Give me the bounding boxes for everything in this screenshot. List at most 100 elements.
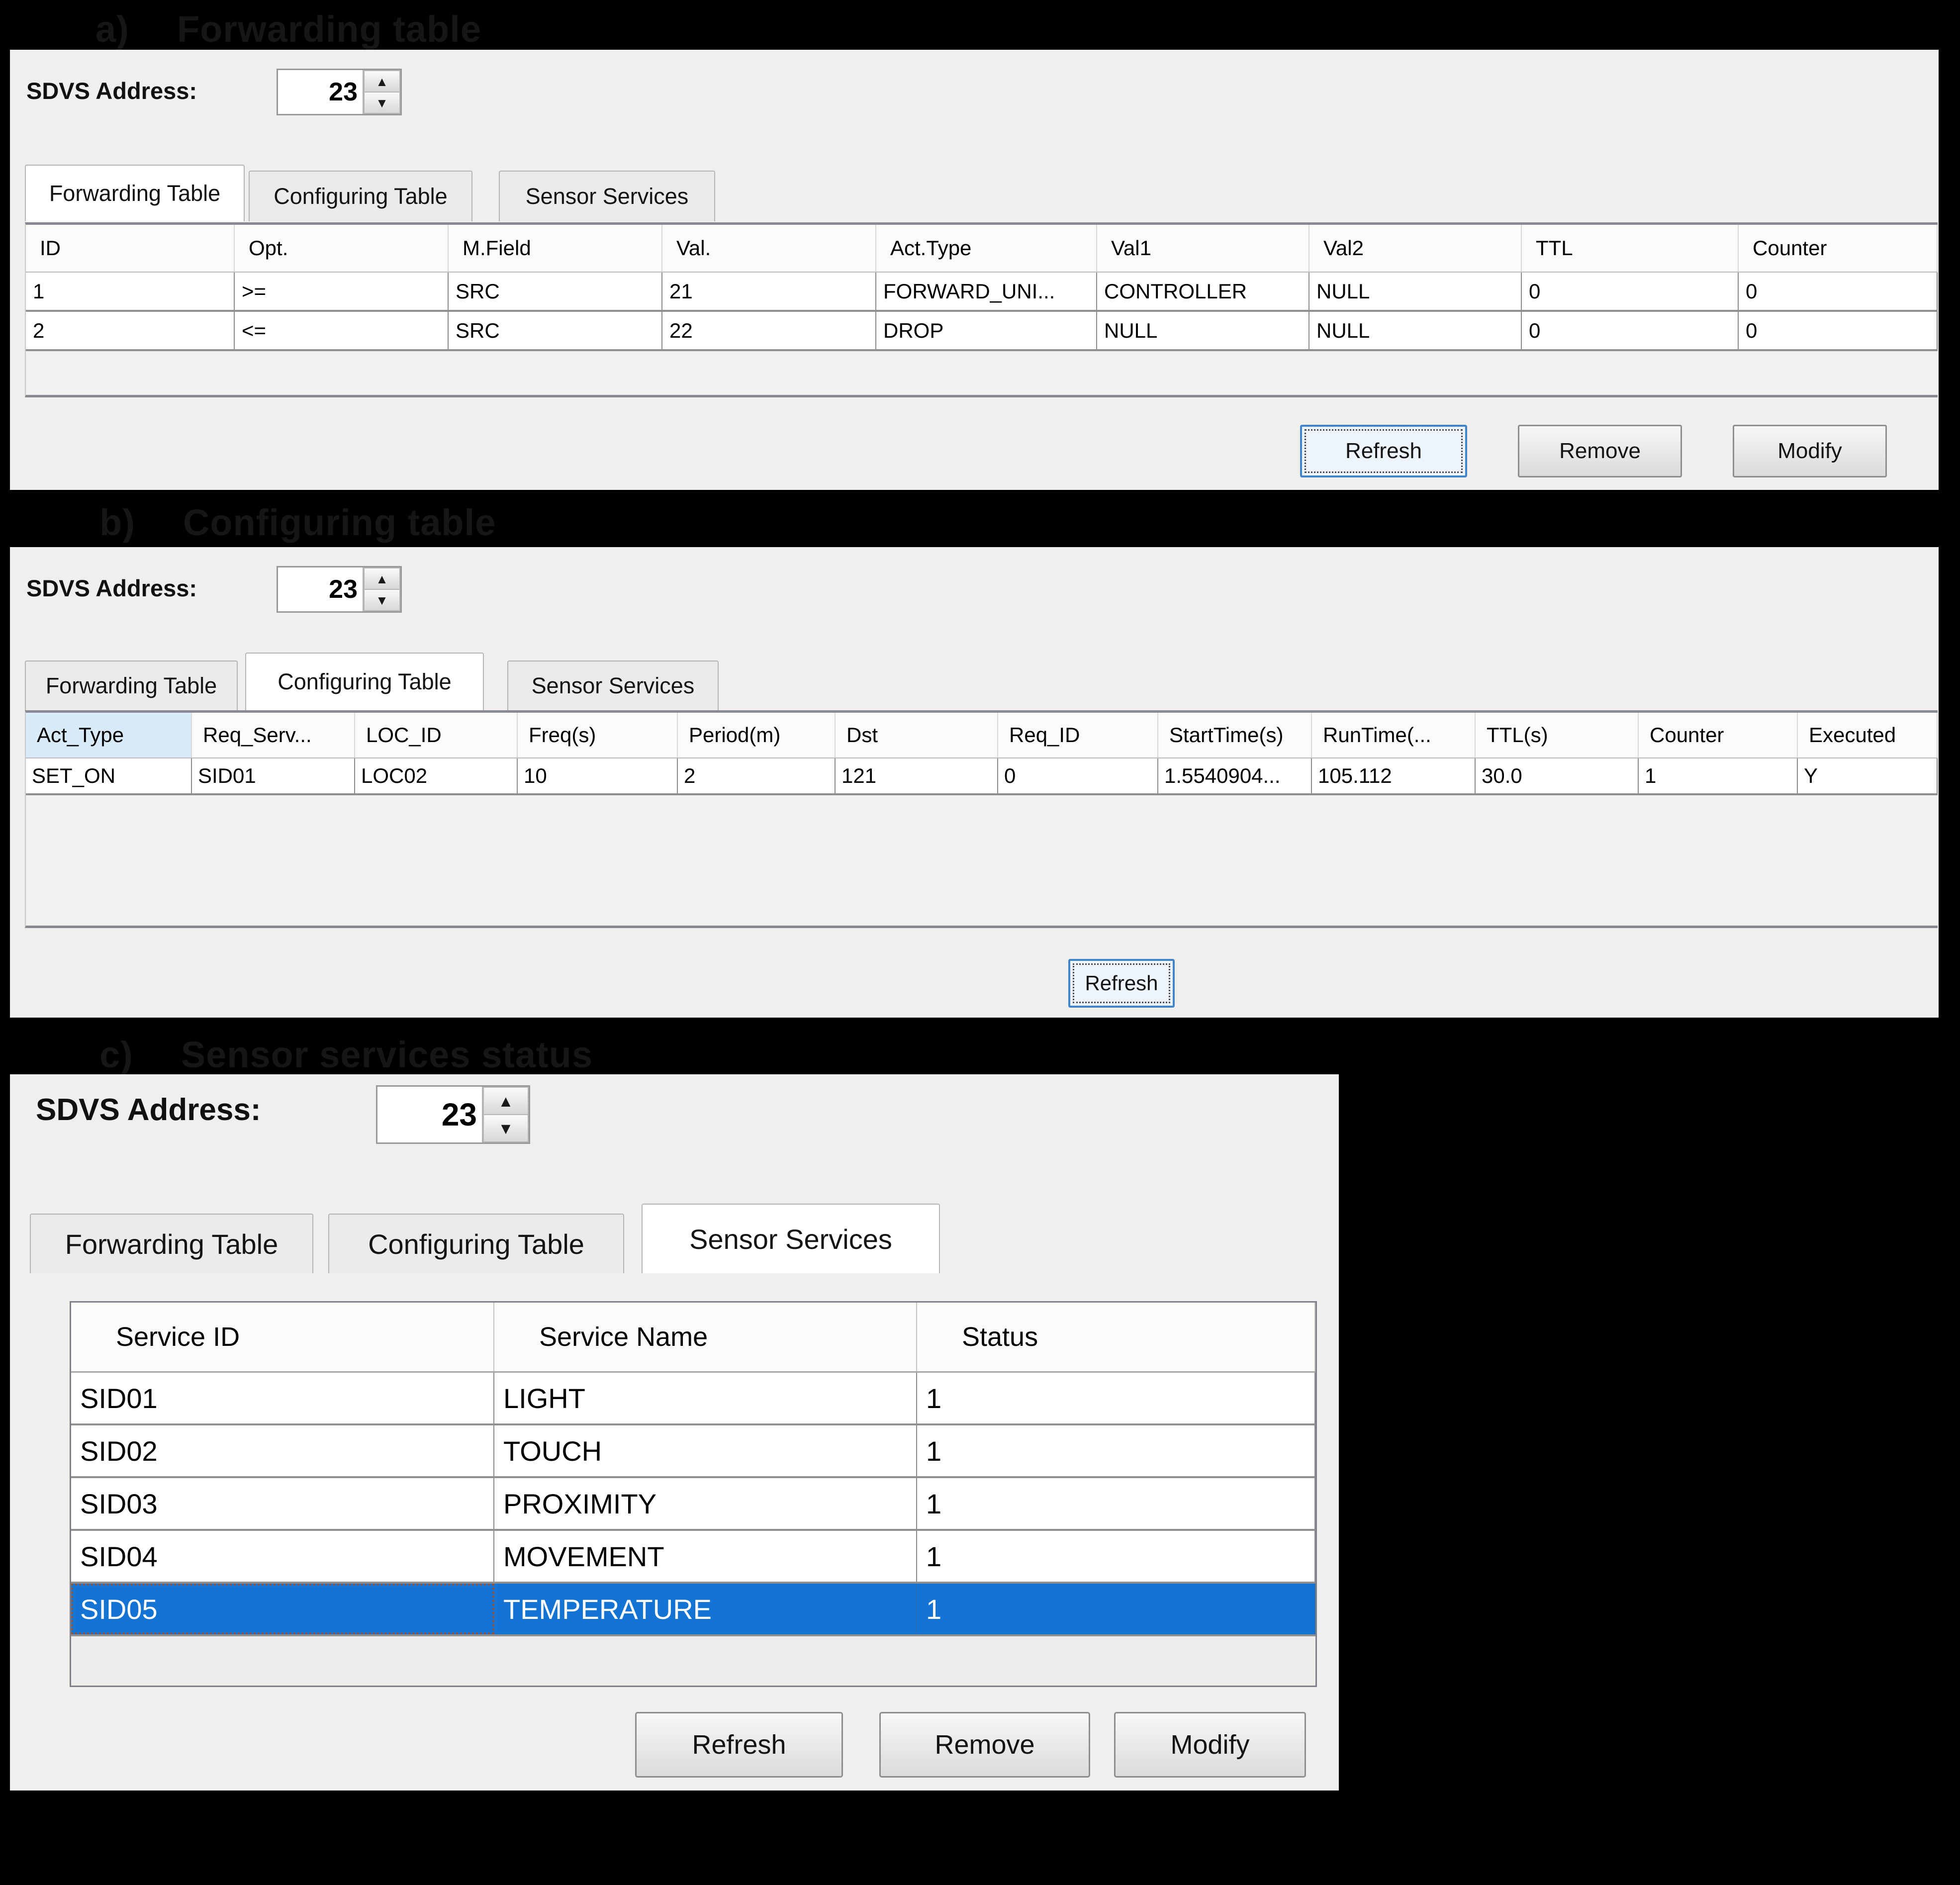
remove-button[interactable]: Remove xyxy=(879,1712,1090,1778)
table-cell[interactable]: NULL xyxy=(1309,273,1522,310)
tab-configuring-table[interactable]: Configuring Table xyxy=(245,653,484,710)
spinner-down-icon[interactable]: ▼ xyxy=(364,92,400,114)
table-cell[interactable]: 0 xyxy=(1522,273,1739,310)
table-cell[interactable]: PROXIMITY xyxy=(494,1478,917,1529)
table-row[interactable]: 1 >= SRC 21 FORWARD_UNI... CONTROLLER NULL 0 0 xyxy=(26,273,1938,312)
table-cell[interactable]: SID01 xyxy=(71,1373,494,1423)
column-header[interactable]: Opt. xyxy=(235,225,449,272)
table-cell[interactable]: >= xyxy=(235,273,449,310)
table-row[interactable]: SID04 MOVEMENT 1 xyxy=(71,1531,1315,1584)
table-cell[interactable]: 121 xyxy=(836,758,998,793)
table-cell[interactable]: LIGHT xyxy=(494,1373,917,1423)
table-cell[interactable]: 1 xyxy=(26,273,235,310)
column-header[interactable]: Val2 xyxy=(1309,225,1522,272)
spinner-up-icon[interactable]: ▲ xyxy=(483,1087,529,1115)
column-header[interactable]: Counter xyxy=(1739,225,1938,272)
tab-sensor-services[interactable]: Sensor Services xyxy=(507,660,719,710)
column-header[interactable]: TTL xyxy=(1522,225,1739,272)
table-row[interactable]: 2 <= SRC 22 DROP NULL NULL 0 0 xyxy=(26,312,1938,351)
table-cell[interactable]: SET_ON xyxy=(26,758,192,793)
column-header[interactable]: Val. xyxy=(662,225,876,272)
table-cell[interactable]: 2 xyxy=(26,312,235,349)
table-cell[interactable]: 1 xyxy=(917,1531,1315,1582)
spinner-down-icon[interactable]: ▼ xyxy=(483,1115,529,1142)
table-cell[interactable]: SID05 xyxy=(71,1584,494,1634)
table-cell[interactable]: 21 xyxy=(662,273,876,310)
table-cell[interactable]: SID03 xyxy=(71,1478,494,1529)
table-row[interactable]: SID02 TOUCH 1 xyxy=(71,1425,1315,1478)
column-header[interactable]: M.Field xyxy=(449,225,662,272)
table-cell[interactable]: <= xyxy=(235,312,449,349)
tab-configuring-table[interactable]: Configuring Table xyxy=(249,171,472,221)
modify-button[interactable]: Modify xyxy=(1114,1712,1306,1778)
column-header[interactable]: Act_Type xyxy=(26,713,192,757)
sdvs-address-spinner[interactable]: 23 ▲ ▼ xyxy=(376,1085,530,1144)
refresh-button[interactable]: Refresh xyxy=(635,1712,843,1778)
table-cell[interactable]: Y xyxy=(1798,758,1938,793)
sdvs-address-spinner[interactable]: 23 ▲ ▼ xyxy=(277,566,402,613)
table-cell[interactable]: NULL xyxy=(1097,312,1309,349)
spinner-up-icon[interactable]: ▲ xyxy=(364,567,400,589)
sdvs-address-spinner[interactable]: 23 ▲ ▼ xyxy=(277,69,402,115)
table-cell[interactable]: 1 xyxy=(917,1584,1315,1634)
table-cell[interactable]: 0 xyxy=(1522,312,1739,349)
table-cell[interactable]: 30.0 xyxy=(1476,758,1639,793)
column-header[interactable]: Dst xyxy=(836,713,998,757)
column-header[interactable]: Act.Type xyxy=(876,225,1097,272)
tab-forwarding-table[interactable]: Forwarding Table xyxy=(25,660,238,710)
table-row[interactable]: SET_ON SID01 LOC02 10 2 121 0 1.5540904... 105.1… xyxy=(26,758,1938,795)
column-header[interactable]: TTL(s) xyxy=(1476,713,1639,757)
table-cell[interactable]: 1 xyxy=(1639,758,1798,793)
column-header[interactable]: Freq(s) xyxy=(518,713,678,757)
table-cell[interactable]: MOVEMENT xyxy=(494,1531,917,1582)
column-header[interactable]: Service Name xyxy=(494,1303,917,1371)
tab-configuring-table[interactable]: Configuring Table xyxy=(328,1214,624,1273)
column-header[interactable]: Req_Serv... xyxy=(192,713,355,757)
spinner-down-icon[interactable]: ▼ xyxy=(364,589,400,611)
table-cell[interactable]: 22 xyxy=(662,312,876,349)
column-header[interactable]: StartTime(s) xyxy=(1158,713,1312,757)
table-cell[interactable]: 2 xyxy=(678,758,836,793)
refresh-button[interactable]: Refresh xyxy=(1300,425,1467,477)
column-header[interactable]: Period(m) xyxy=(678,713,836,757)
table-cell[interactable]: SID04 xyxy=(71,1531,494,1582)
sdvs-address-value[interactable]: 23 xyxy=(278,70,363,114)
remove-button[interactable]: Remove xyxy=(1518,425,1682,477)
table-cell[interactable]: NULL xyxy=(1309,312,1522,349)
table-cell[interactable]: SRC xyxy=(449,273,662,310)
column-header[interactable]: LOC_ID xyxy=(355,713,518,757)
spinner-up-icon[interactable]: ▲ xyxy=(364,70,400,92)
column-header[interactable]: Status xyxy=(917,1303,1315,1371)
table-cell[interactable]: TEMPERATURE xyxy=(494,1584,917,1634)
table-cell[interactable]: 0 xyxy=(1739,273,1938,310)
column-header[interactable]: Counter xyxy=(1639,713,1798,757)
table-cell[interactable]: TOUCH xyxy=(494,1425,917,1476)
table-cell[interactable]: 105.112 xyxy=(1312,758,1476,793)
table-cell[interactable]: DROP xyxy=(876,312,1097,349)
column-header[interactable]: Executed xyxy=(1798,713,1938,757)
table-cell[interactable]: SID01 xyxy=(192,758,355,793)
column-header[interactable]: Service ID xyxy=(71,1303,494,1371)
table-cell[interactable]: FORWARD_UNI... xyxy=(876,273,1097,310)
column-header[interactable]: Val1 xyxy=(1097,225,1309,272)
table-row[interactable]: SID05 TEMPERATURE 1 xyxy=(71,1584,1315,1636)
tab-sensor-services[interactable]: Sensor Services xyxy=(499,171,715,221)
table-cell[interactable]: 10 xyxy=(518,758,678,793)
refresh-button[interactable]: Refresh xyxy=(1068,959,1175,1008)
column-header[interactable]: ID xyxy=(26,225,235,272)
table-cell[interactable]: SID02 xyxy=(71,1425,494,1476)
column-header[interactable]: Req_ID xyxy=(998,713,1158,757)
tab-sensor-services[interactable]: Sensor Services xyxy=(642,1204,940,1273)
modify-button[interactable]: Modify xyxy=(1733,425,1887,477)
tab-forwarding-table[interactable]: Forwarding Table xyxy=(25,165,245,221)
table-cell[interactable]: 0 xyxy=(998,758,1158,793)
table-cell[interactable]: LOC02 xyxy=(355,758,518,793)
sdvs-address-value[interactable]: 23 xyxy=(377,1087,482,1142)
table-cell[interactable]: 0 xyxy=(1739,312,1938,349)
table-row[interactable]: SID03 PROXIMITY 1 xyxy=(71,1478,1315,1531)
table-cell[interactable]: CONTROLLER xyxy=(1097,273,1309,310)
column-header[interactable]: RunTime(... xyxy=(1312,713,1476,757)
table-cell[interactable]: 1 xyxy=(917,1425,1315,1476)
table-cell[interactable]: SRC xyxy=(449,312,662,349)
sdvs-address-value[interactable]: 23 xyxy=(278,567,363,611)
